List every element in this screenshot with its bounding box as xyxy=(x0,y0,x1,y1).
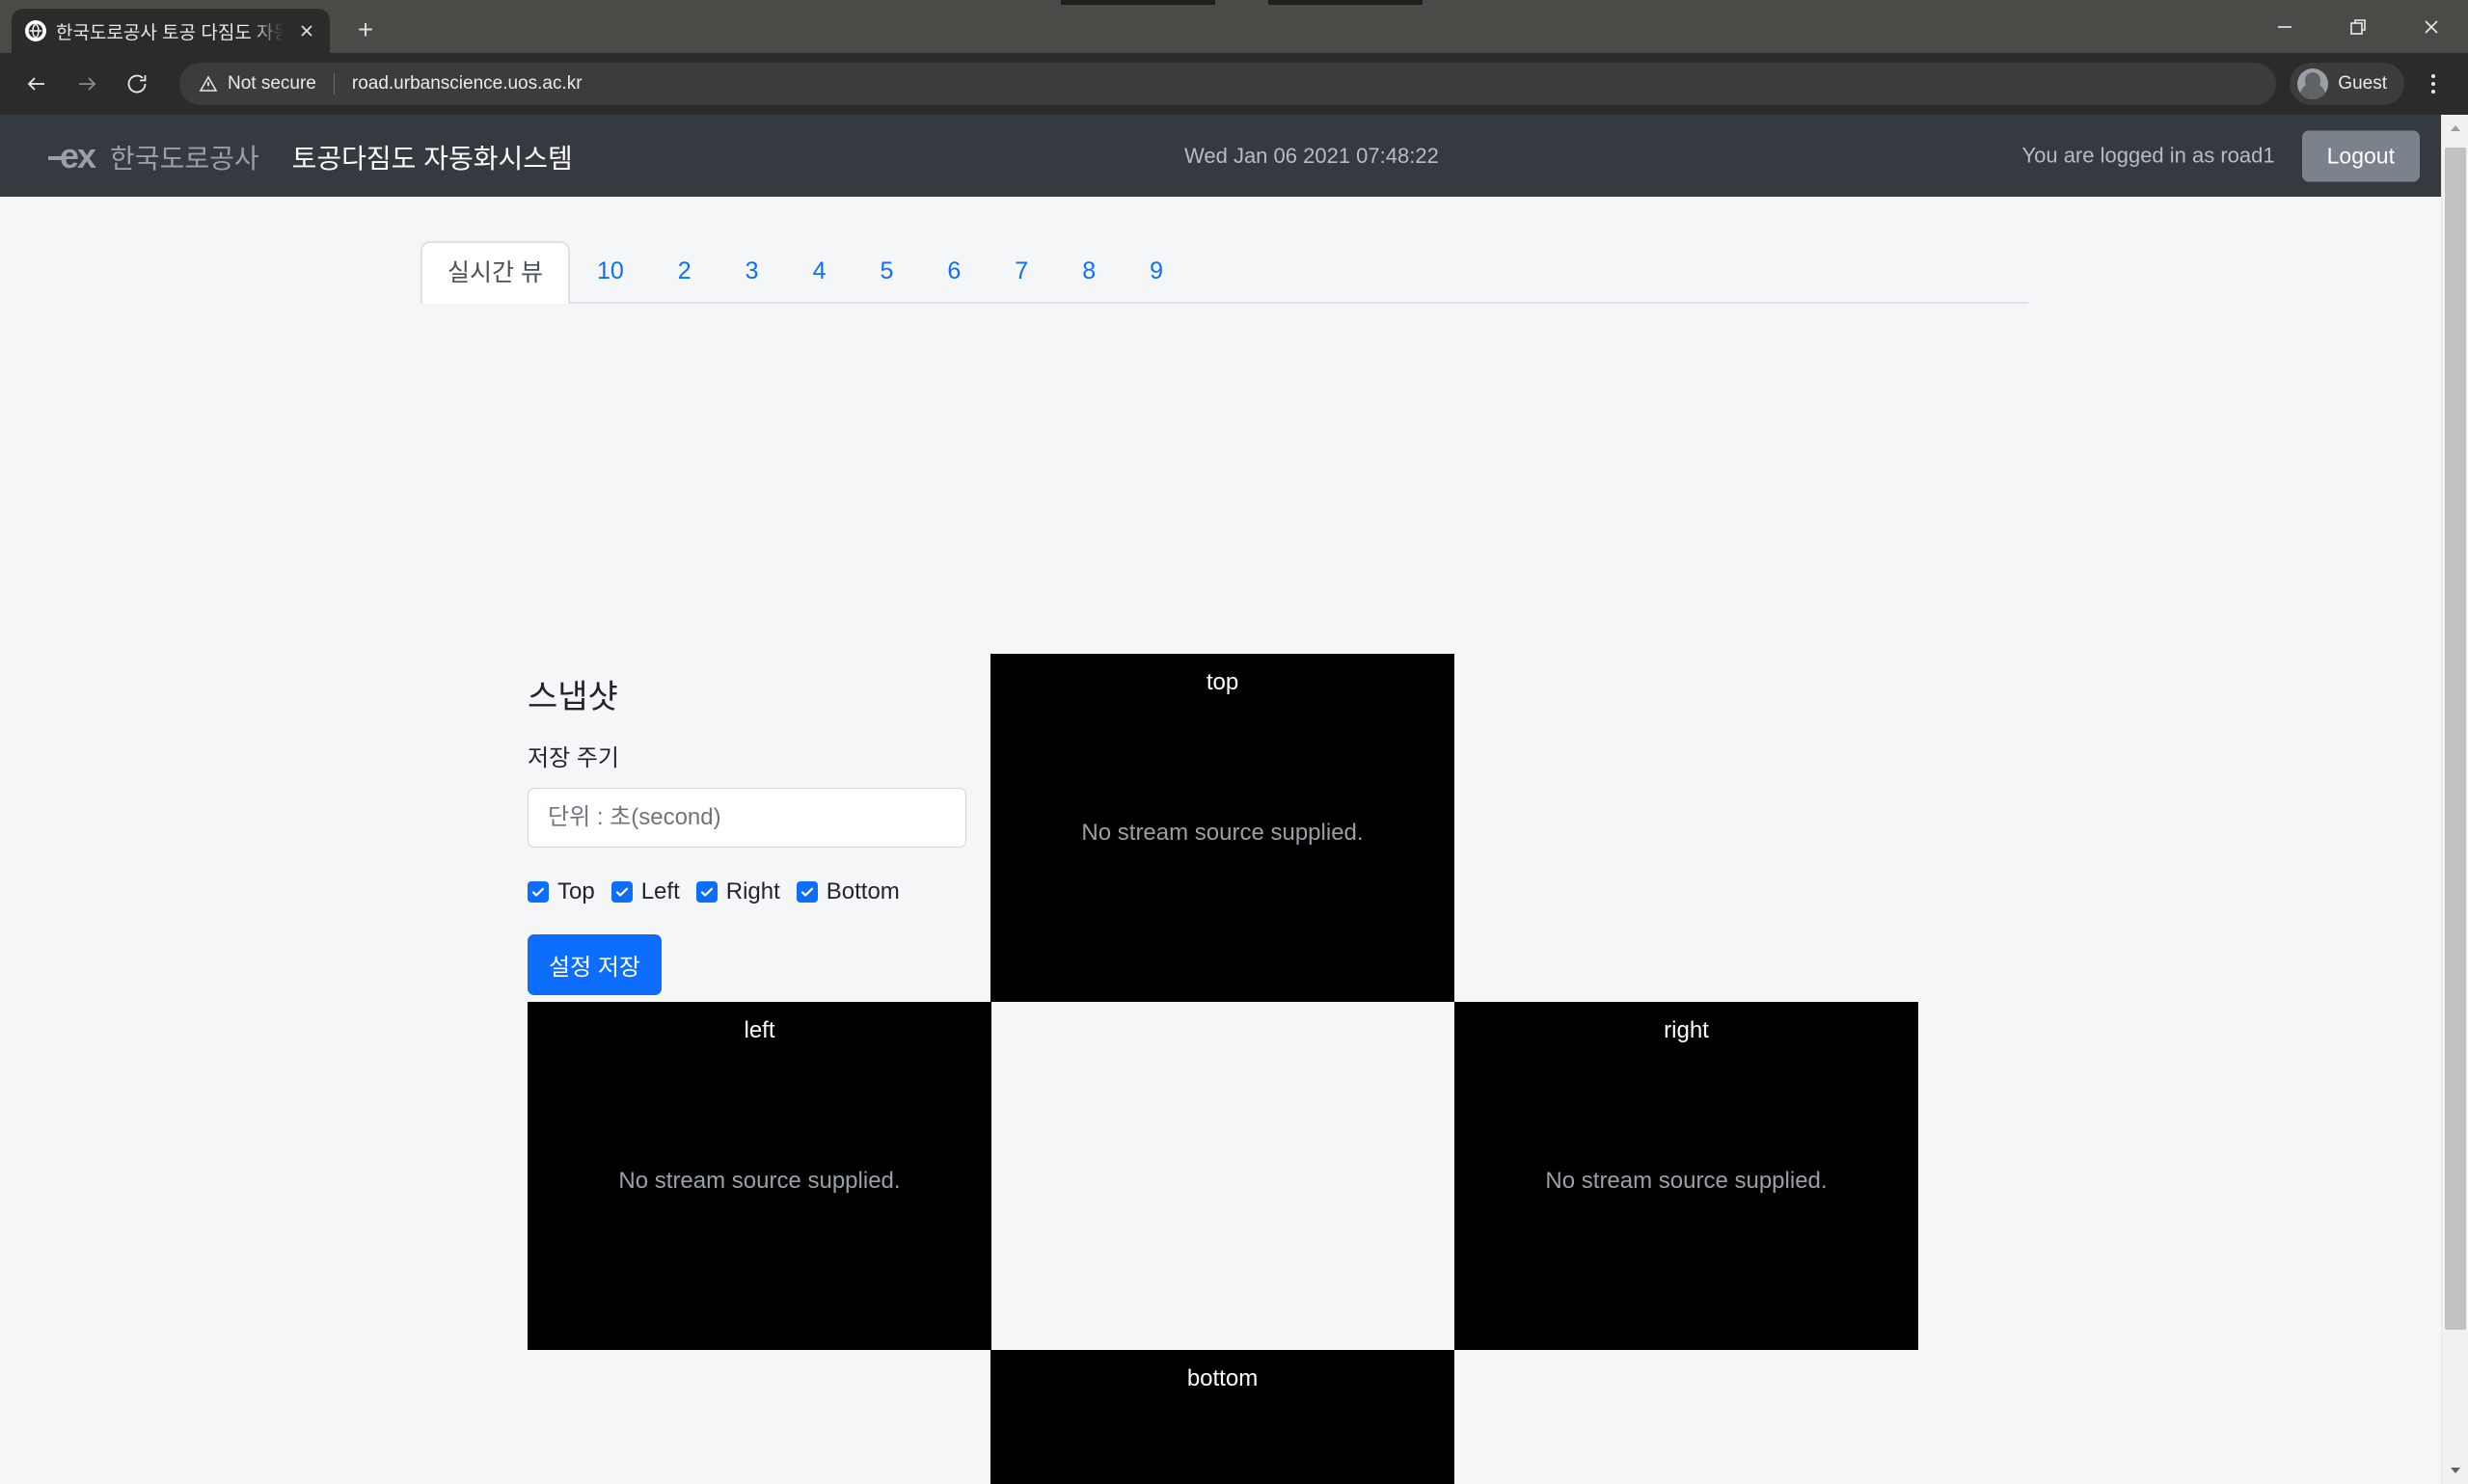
page-scrollbar[interactable] xyxy=(2441,115,2468,1484)
checkbox-label-top: Top xyxy=(557,878,595,905)
arrow-right-icon xyxy=(64,61,110,107)
scrollbar-thumb[interactable] xyxy=(2445,148,2466,1330)
logout-button[interactable]: Logout xyxy=(2302,130,2420,181)
stream-panel-bottom[interactable]: bottom No stream source supplied. xyxy=(990,1350,1454,1484)
close-icon[interactable] xyxy=(293,17,320,44)
security-status-label: Not secure xyxy=(228,73,316,94)
stream-panel-right[interactable]: right No stream source supplied. xyxy=(1454,1002,1918,1350)
browser-tabstrip: 한국도로공사 토공 다짐도 자동화 + xyxy=(0,0,2468,53)
view-tab-8[interactable]: 8 xyxy=(1055,239,1123,302)
stream-label-right: right xyxy=(1454,1017,1918,1044)
url-text: road.urbanscience.uos.ac.kr xyxy=(352,73,583,94)
tabs-wrap: 실시간 뷰1023456789 xyxy=(0,197,2468,304)
view-tabs: 실시간 뷰1023456789 xyxy=(420,239,2028,304)
window-edge-strip-right xyxy=(1268,0,1423,5)
stream-label-left: left xyxy=(528,1017,991,1044)
checkbox-top[interactable] xyxy=(528,881,549,903)
header-right: You are logged in as road1 Logout xyxy=(2021,130,2420,181)
checkbox-right[interactable] xyxy=(696,881,718,903)
profile-name: Guest xyxy=(2338,73,2387,94)
browser-tab-title: 한국도로공사 토공 다짐도 자동화 xyxy=(56,18,284,44)
page-title: 토공다짐도 자동화시스템 xyxy=(292,138,573,176)
snapshot-interval-label: 저장 주기 xyxy=(528,739,981,772)
checkbox-label-bottom: Bottom xyxy=(827,878,900,905)
ex-korea-expressway-logo: ex xyxy=(60,136,95,176)
scroll-down-icon[interactable] xyxy=(2442,1457,2468,1484)
main-content: 스냅샷 저장 주기 Top Left Right Bottom 설정 저장 top N… xyxy=(0,304,2468,1345)
view-tab-9[interactable]: 9 xyxy=(1123,239,1190,302)
stream-message-top: No stream source supplied. xyxy=(990,820,1454,847)
snapshot-panel: 스냅샷 저장 주기 Top Left Right Bottom 설정 저장 xyxy=(528,670,981,995)
checkbox-label-left: Left xyxy=(641,878,680,905)
browser-toolbar: Not secure road.urbanscience.uos.ac.kr G… xyxy=(0,53,2468,115)
checkbox-label-right: Right xyxy=(726,878,780,905)
scroll-up-icon[interactable] xyxy=(2442,115,2468,142)
stream-panel-left[interactable]: left No stream source supplied. xyxy=(528,1002,991,1350)
view-tab-2[interactable]: 2 xyxy=(651,239,719,302)
stream-message-left: No stream source supplied. xyxy=(528,1168,991,1195)
minimize-icon[interactable] xyxy=(2248,0,2321,53)
browser-window: 한국도로공사 토공 다짐도 자동화 + xyxy=(0,0,2468,1484)
address-bar[interactable]: Not secure road.urbanscience.uos.ac.kr xyxy=(179,63,2276,105)
checkbox-item-top[interactable]: Top xyxy=(528,878,595,905)
checkbox-item-left[interactable]: Left xyxy=(611,878,680,905)
clock-text: Wed Jan 06 2021 07:48:22 xyxy=(1184,144,1439,169)
site-header: ex 한국도로공사 토공다짐도 자동화시스템 Wed Jan 06 2021 0… xyxy=(0,115,2468,197)
arrow-left-icon[interactable] xyxy=(14,61,60,107)
save-settings-button[interactable]: 설정 저장 xyxy=(528,934,662,995)
checkbox-bottom[interactable] xyxy=(797,881,818,903)
warning-triangle-icon xyxy=(199,74,218,94)
view-tab-4[interactable]: 4 xyxy=(786,239,854,302)
restore-window-icon[interactable] xyxy=(2321,0,2395,53)
new-tab-button[interactable]: + xyxy=(345,10,386,50)
omnibox-separator xyxy=(334,73,335,94)
person-avatar-icon xyxy=(2297,68,2328,99)
view-tab-10[interactable]: 10 xyxy=(570,239,651,302)
snapshot-interval-input[interactable] xyxy=(528,788,966,848)
checkbox-item-bottom[interactable]: Bottom xyxy=(797,878,900,905)
brand[interactable]: ex 한국도로공사 토공다짐도 자동화시스템 xyxy=(60,136,573,176)
brand-name: 한국도로공사 xyxy=(110,138,259,176)
checkbox-item-right[interactable]: Right xyxy=(696,878,780,905)
reload-icon[interactable] xyxy=(114,61,160,107)
stream-label-top: top xyxy=(990,669,1454,696)
stream-label-bottom: bottom xyxy=(990,1365,1454,1392)
globe-icon xyxy=(25,20,46,41)
window-edge-strip-left xyxy=(1061,0,1215,5)
checkbox-left[interactable] xyxy=(611,881,633,903)
close-window-icon[interactable] xyxy=(2395,0,2468,53)
view-tab-5[interactable]: 5 xyxy=(853,239,920,302)
snapshot-title: 스냅샷 xyxy=(528,670,981,717)
page-viewport: ex 한국도로공사 토공다짐도 자동화시스템 Wed Jan 06 2021 0… xyxy=(0,115,2468,1484)
browser-tab[interactable]: 한국도로공사 토공 다짐도 자동화 xyxy=(12,9,330,53)
stream-message-right: No stream source supplied. xyxy=(1454,1168,1918,1195)
window-controls xyxy=(2248,0,2468,53)
login-status-text: You are logged in as road1 xyxy=(2021,144,2274,169)
snapshot-checkbox-group: Top Left Right Bottom xyxy=(528,878,981,905)
view-tab-realtime[interactable]: 실시간 뷰 xyxy=(420,241,570,304)
view-tab-6[interactable]: 6 xyxy=(920,239,988,302)
view-tab-7[interactable]: 7 xyxy=(988,239,1055,302)
three-dots-vertical-icon[interactable] xyxy=(2412,61,2454,107)
view-tab-3[interactable]: 3 xyxy=(719,239,786,302)
stream-panel-top[interactable]: top No stream source supplied. xyxy=(990,654,1454,1002)
profile-chip[interactable]: Guest xyxy=(2290,63,2404,105)
